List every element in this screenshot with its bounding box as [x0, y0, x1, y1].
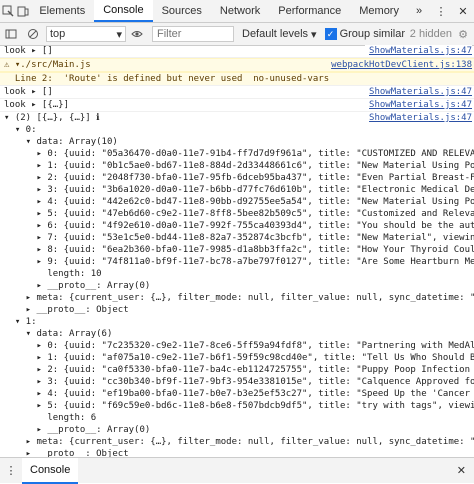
- group-similar-label: Group similar: [339, 28, 405, 40]
- devtools-tab-bar: Elements Console Sources Network Perform…: [0, 0, 474, 23]
- more-tabs-icon[interactable]: »: [408, 5, 430, 17]
- console-line[interactable]: look ▸ [] ShowMaterials.js:47: [0, 86, 474, 99]
- chevron-down-icon: ▾: [116, 28, 122, 41]
- drawer-bar: ⋮ Console ✕: [0, 457, 474, 484]
- group-similar-toggle[interactable]: ✓ Group similar: [324, 28, 405, 40]
- log-levels-dropdown[interactable]: Default levels ▾: [242, 28, 317, 41]
- console-line[interactable]: ▸ 8: {uuid: "6ea2b360-bfa0-11e7-9985-d1a…: [0, 244, 474, 256]
- console-line[interactable]: ▸ 0: {uuid: "05a36470-d0a0-11e7-91b4-ff7…: [0, 148, 474, 160]
- source-link[interactable]: webpackHotDevClient.js:138: [327, 59, 472, 71]
- console-line[interactable]: ▸ 4: {uuid: "442e62c0-bd47-11e8-90bb-d92…: [0, 196, 474, 208]
- console-line[interactable]: look ▸ [] ShowMaterials.js:47: [0, 45, 474, 58]
- tab-performance[interactable]: Performance: [269, 0, 350, 22]
- show-sidebar-icon[interactable]: [0, 28, 22, 40]
- tab-network[interactable]: Network: [211, 0, 269, 22]
- console-line[interactable]: ▾ 0:: [0, 124, 474, 136]
- console-toolbar: top ▾ Default levels ▾ ✓ Group similar 2…: [0, 23, 474, 46]
- tab-console[interactable]: Console: [94, 0, 153, 22]
- console-line[interactable]: ▾ data: Array(10): [0, 136, 474, 148]
- console-line[interactable]: ▸ 9: {uuid: "74f811a0-bf9f-11e7-bc78-a7b…: [0, 256, 474, 268]
- close-icon[interactable]: ✕: [452, 5, 474, 18]
- device-toolbar-icon[interactable]: [15, 0, 30, 22]
- console-line[interactable]: ▸ 5: {uuid: "f69c59e0-bd6c-11e8-b6e8-f50…: [0, 400, 474, 412]
- console-line[interactable]: ▸ 6: {uuid: "4f92e610-d0a0-11e7-992f-755…: [0, 220, 474, 232]
- console-line[interactable]: ⚠ ▾./src/Main.js webpackHotDevClient.js:1…: [0, 58, 474, 72]
- source-link[interactable]: ShowMaterials.js:47: [365, 86, 472, 98]
- console-line[interactable]: ▸ __proto__: Object: [0, 304, 474, 316]
- inspect-element-icon[interactable]: [0, 0, 15, 22]
- tab-memory[interactable]: Memory: [350, 0, 408, 22]
- console-line[interactable]: ▸ 2: {uuid: "ca0f5330-bfa0-11e7-ba4c-eb1…: [0, 364, 474, 376]
- context-value: top: [50, 28, 66, 40]
- settings-gear-icon[interactable]: ⚙: [452, 28, 474, 41]
- filter-input[interactable]: [152, 26, 234, 42]
- hidden-count: 2 hidden ⚙: [410, 28, 474, 41]
- hidden-count-label: 2 hidden: [409, 28, 452, 40]
- source-link[interactable]: ShowMaterials.js:47: [365, 99, 472, 111]
- tab-sources[interactable]: Sources: [153, 0, 211, 22]
- source-link[interactable]: ShowMaterials.js:47: [365, 112, 472, 124]
- console-line[interactable]: ▸ 3: {uuid: "3b6a1020-d0a0-11e7-b6bb-d77…: [0, 184, 474, 196]
- console-line[interactable]: ▸ __proto__: Array(0): [0, 424, 474, 436]
- console-line: length: 10: [4, 269, 102, 279]
- console-line[interactable]: ▾ 1:: [0, 316, 474, 328]
- kebab-menu-icon[interactable]: ⋮: [0, 464, 22, 477]
- clear-console-icon[interactable]: [22, 28, 44, 40]
- console-line: Line 2: 'Route' is defined but never use…: [0, 72, 474, 86]
- console-line[interactable]: ▾ data: Array(6): [0, 328, 474, 340]
- chevron-down-icon: ▾: [311, 28, 317, 41]
- console-line[interactable]: ▸ 0: {uuid: "7c235320-c9e2-11e7-8ce6-5ff…: [0, 340, 474, 352]
- console-line[interactable]: ▸ meta: {current_user: {…}, filter_mode:…: [0, 436, 474, 448]
- group-similar-checkbox[interactable]: ✓: [324, 28, 337, 40]
- close-drawer-icon[interactable]: ✕: [457, 464, 466, 477]
- console-line[interactable]: ▾ (2) [{…}, {…}] ℹ ShowMaterials.js:47: [0, 112, 474, 124]
- tab-elements[interactable]: Elements: [30, 0, 94, 22]
- console-line[interactable]: ▸ __proto__: Array(0): [0, 280, 474, 292]
- console-output: look ▸ [] ShowMaterials.js:47 ⚠ ▾./src/Mai…: [0, 45, 474, 457]
- console-line[interactable]: ▸ 5: {uuid: "47eb6d60-c9e2-11e7-8ff8-5be…: [0, 208, 474, 220]
- log-levels-label: Default levels: [242, 28, 309, 40]
- console-line[interactable]: look ▸ [{…}] ShowMaterials.js:47: [0, 99, 474, 112]
- console-line[interactable]: ▸ meta: {current_user: {…}, filter_mode:…: [0, 292, 474, 304]
- source-link[interactable]: ShowMaterials.js:47: [365, 45, 472, 57]
- console-line[interactable]: ▸ 2: {uuid: "2048f730-bfa0-11e7-95fb-6dc…: [0, 172, 474, 184]
- eye-icon[interactable]: [126, 29, 148, 39]
- console-line[interactable]: ▸ 1: {uuid: "0b1c5ae0-bd67-11e8-884d-2d3…: [0, 160, 474, 172]
- console-line[interactable]: ▸ 7: {uuid: "53e1c5e0-bd44-11e8-82a7-352…: [0, 232, 474, 244]
- console-line: length: 6: [4, 413, 97, 423]
- kebab-menu-icon[interactable]: ⋮: [430, 5, 452, 18]
- console-line[interactable]: ▸ 1: {uuid: "af075a10-c9e2-11e7-b6f1-59f…: [0, 352, 474, 364]
- console-line[interactable]: ▸ 4: {uuid: "ef19ba00-bfa0-11e7-b0e7-b3e…: [0, 388, 474, 400]
- context-selector[interactable]: top ▾: [46, 26, 126, 42]
- console-line[interactable]: ▸ __proto__: Object: [0, 448, 474, 457]
- console-line[interactable]: ▸ 3: {uuid: "cc30b340-bf9f-11e7-9bf3-954…: [0, 376, 474, 388]
- drawer-tab-console[interactable]: Console: [22, 457, 79, 484]
